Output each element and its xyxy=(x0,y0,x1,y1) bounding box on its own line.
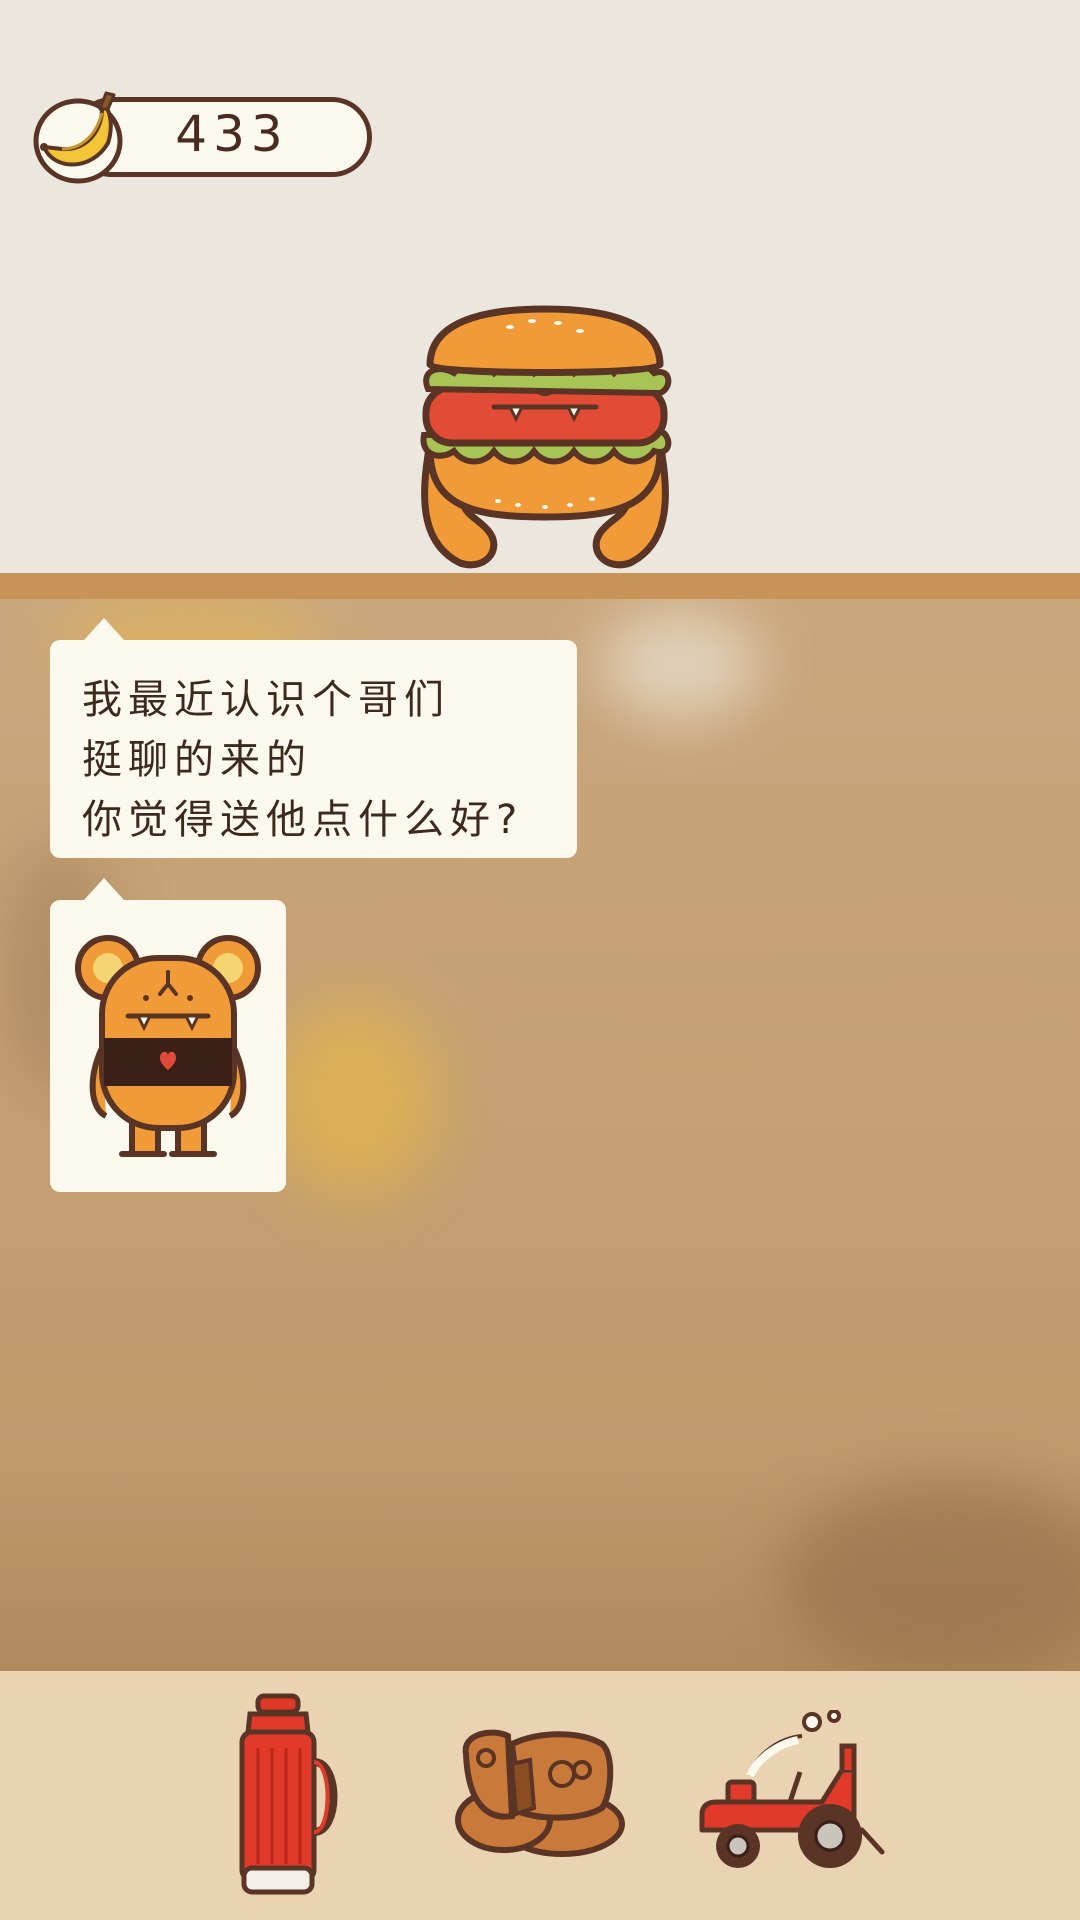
burger-monster-icon xyxy=(420,305,672,569)
blurred-object xyxy=(600,609,760,719)
mooncakes-icon[interactable] xyxy=(452,1724,628,1860)
red-tractor-icon[interactable] xyxy=(692,1710,890,1880)
dialog-line: 挺聊的来的 xyxy=(82,737,312,783)
dialog-text: 我最近认识个哥们 挺聊的来的 你觉得送他点什么好? xyxy=(82,670,523,850)
banana-icon xyxy=(33,91,123,184)
dialog-line: 我最近认识个哥们 xyxy=(82,677,450,723)
thermos-flask-icon[interactable] xyxy=(228,1692,344,1900)
shelf-divider xyxy=(0,573,1080,599)
orange-bear-monster-icon xyxy=(75,935,261,1157)
dialog-image-bubble xyxy=(50,878,286,1192)
blurred-object xyxy=(270,999,440,1199)
banana-count: 433 xyxy=(175,105,289,163)
dialog-line: 你觉得送他点什么好? xyxy=(82,797,524,843)
blurred-object xyxy=(780,1479,1080,1671)
banana-counter: 433 xyxy=(32,91,372,184)
dialog-text-bubble: 我最近认识个哥们 挺聊的来的 你觉得送他点什么好? xyxy=(50,618,577,858)
